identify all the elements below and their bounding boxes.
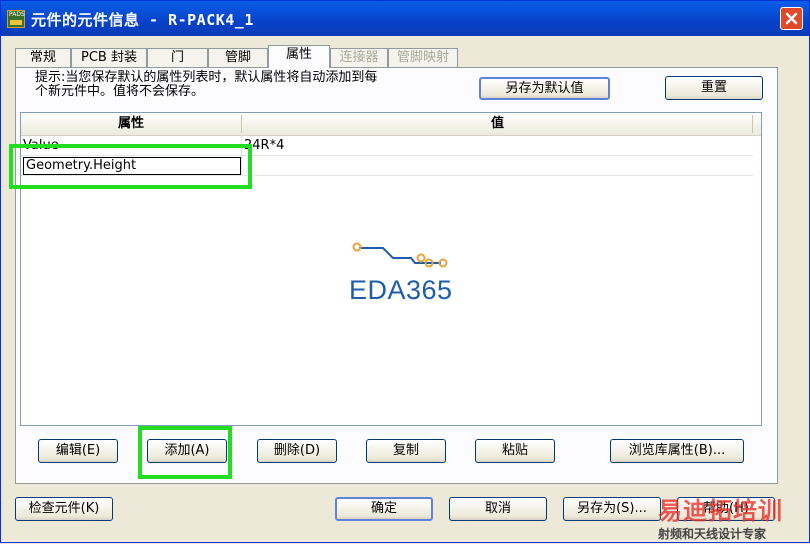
highlight-add-button <box>138 426 232 479</box>
browse-library-attributes-button[interactable]: 浏览库属性(B)... <box>610 439 744 463</box>
delete-button[interactable]: 删除(D) <box>257 439 337 463</box>
watermark: 易迪拓培训 射频和天线设计专家 <box>656 489 810 544</box>
reset-button[interactable]: 重置 <box>665 76 763 100</box>
save-as-button[interactable]: 另存为(S)... <box>563 497 661 521</box>
eda365-logo: EDA365 <box>341 241 471 305</box>
hint-line-2: 个新元件中。值将不会保存。 <box>35 84 205 99</box>
highlight-geometry-height <box>9 144 252 189</box>
cancel-button[interactable]: 取消 <box>449 497 547 521</box>
attribute-column-header[interactable]: 属性 <box>21 113 241 135</box>
ok-button[interactable]: 确定 <box>335 497 433 521</box>
hint-text: 提示:当您保存默认的属性列表时，默认属性将自动添加到每 个新元件中。值将不会保存… <box>35 71 455 99</box>
tab-attributes[interactable]: 属性 <box>268 45 330 68</box>
value-cell[interactable] <box>244 156 744 175</box>
tab-connector: 连接器 <box>330 48 388 67</box>
close-icon[interactable] <box>780 7 803 30</box>
check-part-button[interactable]: 检查元件(K) <box>15 497 113 521</box>
value-column-header[interactable]: 值 <box>242 113 753 135</box>
window-title: 元件的元件信息 - R-PACK4_1 <box>31 11 254 29</box>
dialog-window: PADS 元件的元件信息 - R-PACK4_1 常规 PCB 封装 门 管脚 … <box>0 0 810 543</box>
copy-button[interactable]: 复制 <box>366 439 446 463</box>
tab-pcb-footprint[interactable]: PCB 封装 <box>71 48 147 67</box>
watermark-title: 易迪拓培训 <box>658 497 783 525</box>
edit-button[interactable]: 编辑(E) <box>38 439 118 463</box>
hint-line-1: 提示:当您保存默认的属性列表时，默认属性将自动添加到每 <box>35 70 378 85</box>
tab-gates[interactable]: 门 <box>147 48 208 67</box>
title-bar[interactable]: PADS 元件的元件信息 - R-PACK4_1 <box>1 1 809 36</box>
watermark-subtitle: 射频和天线设计专家 <box>658 527 767 541</box>
app-icon-label: PADS <box>9 11 25 18</box>
value-cell[interactable]: 24R*4 <box>244 136 744 155</box>
tab-general[interactable]: 常规 <box>15 48 71 67</box>
tab-pin-mapping: 管脚映射 <box>388 48 458 67</box>
paste-button[interactable]: 粘贴 <box>475 439 555 463</box>
pads-app-icon: PADS <box>7 10 25 28</box>
tab-pins[interactable]: 管脚 <box>208 48 268 67</box>
save-as-default-button[interactable]: 另存为默认值 <box>479 77 610 100</box>
logo-text: EDA365 <box>349 275 453 305</box>
table-header: 属性 值 <box>21 113 761 136</box>
